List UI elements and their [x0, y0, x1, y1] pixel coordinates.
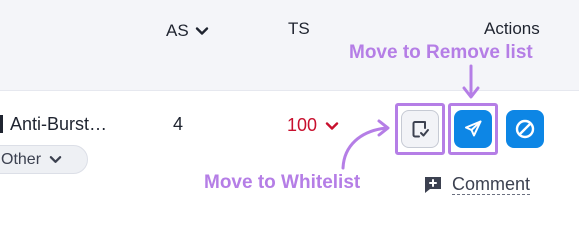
category-tag-dropdown[interactable]: Other [0, 145, 88, 174]
comment-label: Comment [452, 174, 531, 195]
move-to-whitelist-button[interactable] [401, 110, 439, 148]
column-header-actions: Actions [484, 19, 540, 39]
send-icon [465, 120, 482, 137]
domain-name[interactable]: Anti-Burst… [0, 114, 107, 135]
truncated-text-edge [0, 115, 3, 133]
as-value: 4 [173, 114, 184, 134]
ts-value-label: 100 [287, 115, 318, 135]
column-header-ts-label: TS [288, 19, 310, 38]
annotation-arrowhead-whitelist [377, 119, 390, 137]
column-header-ts: TS [288, 19, 310, 39]
category-tag-label: Other [1, 150, 42, 168]
block-button[interactable] [506, 110, 544, 148]
chevron-down-icon [195, 27, 208, 35]
move-to-remove-list-button[interactable] [454, 110, 492, 148]
comment-add-icon [425, 176, 441, 193]
comment-button[interactable]: Comment [423, 174, 531, 195]
chevron-down-icon [325, 121, 339, 130]
column-header-as[interactable]: AS [166, 21, 209, 41]
annotation-move-to-whitelist: Move to Whitelist [204, 172, 361, 193]
chevron-down-icon [49, 156, 62, 163]
document-check-icon [412, 121, 429, 138]
annotation-move-to-remove-list: Move to Remove list [349, 42, 533, 63]
annotation-arrow-whitelist [341, 126, 388, 170]
ts-value-dropdown[interactable]: 100 [287, 115, 339, 136]
block-icon [515, 119, 535, 139]
domain-name-label: Anti-Burst… [10, 114, 108, 134]
column-header-as-label: AS [166, 21, 189, 40]
column-header-actions-label: Actions [484, 19, 540, 38]
